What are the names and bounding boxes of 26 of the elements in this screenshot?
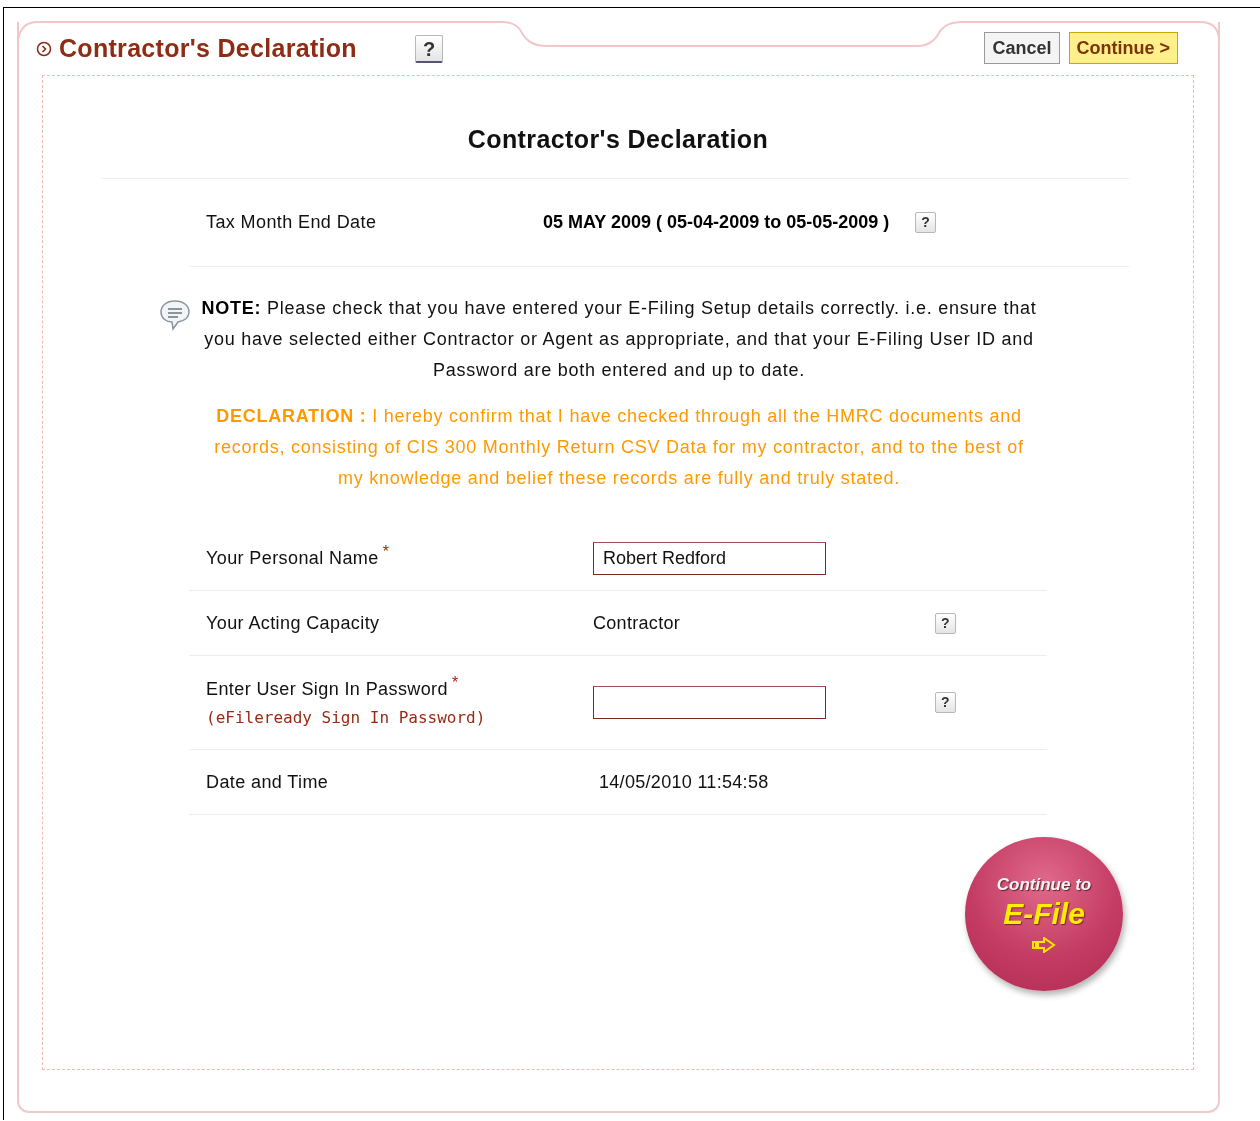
field-label: Your Personal Name bbox=[206, 547, 379, 569]
field-value: Contractor bbox=[593, 612, 681, 633]
input-field[interactable]: Robert Redford bbox=[593, 541, 826, 575]
field-label: Your Acting Capacity bbox=[206, 612, 380, 634]
help-button[interactable]: ? bbox=[915, 212, 936, 233]
help-button[interactable]: ? bbox=[414, 35, 444, 63]
required-mark: * bbox=[451, 673, 459, 692]
input-field[interactable] bbox=[593, 686, 826, 719]
field-label: Date and Time bbox=[206, 771, 329, 793]
field-value: 05 MAY 2009 ( 05-04-2009 to 05-05-2009 ) bbox=[543, 212, 890, 233]
arrow-icon bbox=[1032, 937, 1056, 953]
help-button[interactable]: ? bbox=[935, 612, 956, 634]
field-label: Enter User Sign In Password bbox=[206, 678, 448, 700]
required-mark: * bbox=[382, 542, 389, 561]
speech-bubble-icon bbox=[159, 298, 191, 332]
page-title: Contractor's Declaration bbox=[59, 33, 357, 63]
field-label: Tax Month End Date bbox=[205, 212, 378, 233]
field-hint: (eFileready Sign In Password) bbox=[206, 707, 487, 727]
field-value: 14/05/2010 11:54:58 bbox=[599, 771, 769, 792]
cancel-button[interactable]: Cancel bbox=[984, 32, 1060, 64]
help-button[interactable]: ? bbox=[935, 692, 956, 713]
note-text: NOTE: Please check that you have entered your E-Filing Setup details correctly. i.e. ensure that you have selected either Contractor or Agent as appropriate, and that your E-Filing User ID and Password are both entered and up to date. bbox=[200, 297, 1038, 382]
declaration-text: DECLARATION : I hereby confirm that I have checked through all the HMRC documents and records, consisting of CIS 300 Monthly Return CSV Data for my contractor, and to the best of my knowledge and belief these records are fully and truly stated. bbox=[213, 405, 1025, 490]
continue-button[interactable]: Continue > bbox=[1068, 32, 1178, 64]
form-title: Contractor's Declaration bbox=[466, 125, 770, 154]
efile-button[interactable]: Continue to E-File bbox=[965, 837, 1123, 991]
